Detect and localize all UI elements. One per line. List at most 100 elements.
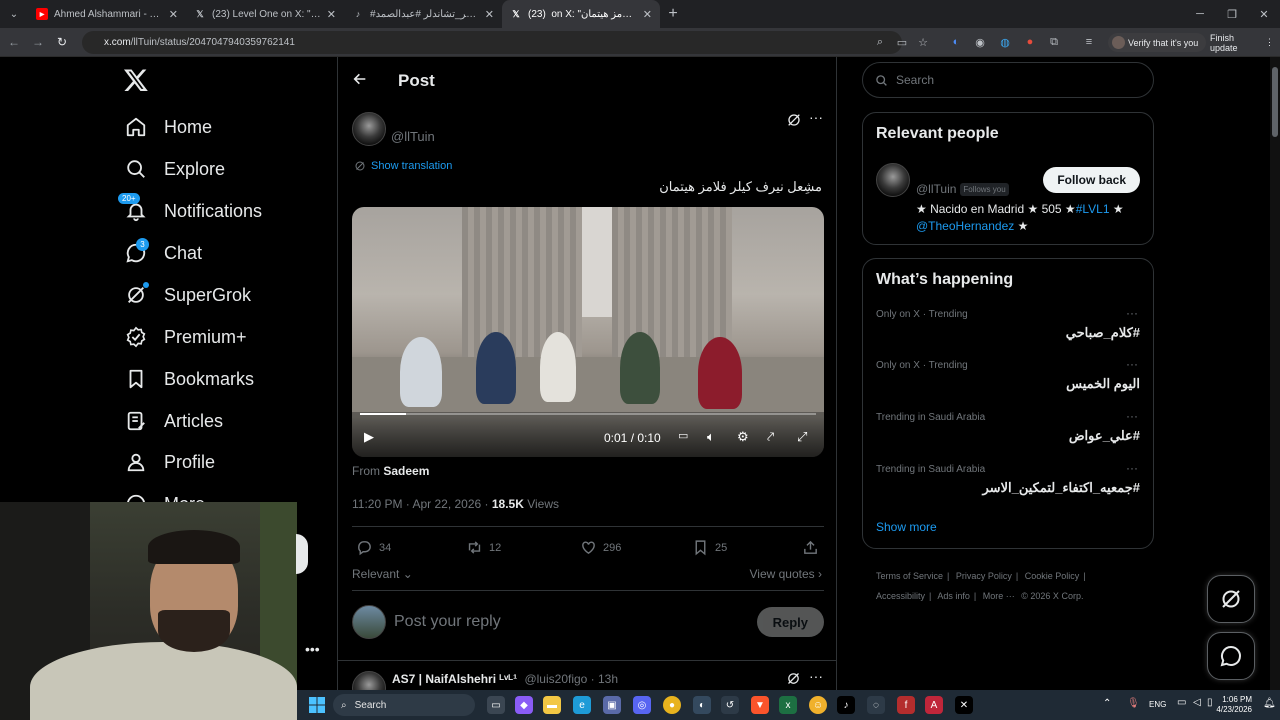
back-arrow-icon[interactable]: ← xyxy=(2,35,26,49)
capcut-icon[interactable]: ✕ xyxy=(955,696,973,714)
volume-icon[interactable]: ◁ xyxy=(1193,697,1201,708)
nav-articles[interactable]: Articles xyxy=(124,405,223,437)
from-source-link[interactable]: Sadeem xyxy=(383,464,429,478)
language-indicator[interactable]: ENG xyxy=(1149,700,1166,709)
more-options-icon[interactable]: ··· xyxy=(1126,409,1138,423)
back-arrow-icon[interactable] xyxy=(352,71,368,92)
close-icon[interactable]: ✕ xyxy=(169,8,178,21)
chrome-icon[interactable]: ● xyxy=(663,696,681,714)
play-icon[interactable]: ▶ xyxy=(364,429,374,445)
more-options-icon[interactable]: ··· xyxy=(1126,306,1138,320)
bio-mention-link[interactable]: @TheoHernandez xyxy=(916,219,1014,233)
trend-item[interactable]: Trending in Saudi Arabia ··· #علي_عواض xyxy=(876,409,1140,456)
nav-premium[interactable]: Premium+ xyxy=(124,321,247,353)
author-handle[interactable]: @llTuin xyxy=(391,129,435,144)
extension-red-icon[interactable]: ● xyxy=(1022,34,1038,50)
edge-icon[interactable]: e xyxy=(573,696,591,714)
nav-home[interactable]: Home xyxy=(124,111,212,143)
browser-tab-tiktok[interactable]: ♪ #مجه #كيلر_تشاندلر #عبدالصمد ✕ xyxy=(344,0,502,28)
nav-supergrok[interactable]: SuperGrok xyxy=(124,279,251,311)
extension-blue-icon[interactable]: ◐ xyxy=(948,34,964,50)
microphone-icon[interactable]: 🎙︎ xyxy=(1127,698,1140,709)
show-more-link[interactable]: Show more xyxy=(876,520,937,534)
app-badge-icon[interactable]: ☺ xyxy=(809,696,827,714)
repost-button[interactable]: 12 xyxy=(466,539,501,556)
browser-tab-x-active[interactable]: 𝕏 (23) ‏‏ on X: "عرف كيلر فلامز هيتمان ✕ xyxy=(502,0,660,28)
reply-input[interactable]: Post your reply xyxy=(394,613,501,631)
captions-icon[interactable]: ▭ xyxy=(678,429,688,442)
person-handle[interactable]: @llTuin xyxy=(916,182,956,196)
trend-item[interactable]: Only on X · Trending ··· اليوم الخميس xyxy=(876,357,1140,404)
reply-button[interactable]: 34 xyxy=(356,539,391,556)
reply-author-handle[interactable]: @luis20figo · 13h xyxy=(524,672,618,686)
notification-bell-icon[interactable]: 🔔︎ xyxy=(1263,698,1276,709)
browser-tab-youtube[interactable]: ▶ Ahmed Alshammari - YouTube ✕ xyxy=(28,0,186,28)
follow-back-button[interactable]: Follow back xyxy=(1043,167,1140,193)
copilot-icon[interactable]: ◆ xyxy=(515,696,533,714)
close-icon[interactable]: ✕ xyxy=(485,8,494,21)
chevron-up-icon[interactable]: ⌃ xyxy=(1103,698,1111,709)
like-button[interactable]: 296 xyxy=(580,539,621,556)
more-options-icon[interactable]: ··· xyxy=(1126,461,1138,475)
profile-verify-button[interactable]: Verify that it's you xyxy=(1108,33,1207,52)
sort-replies-dropdown[interactable]: Relevant ⌄ xyxy=(352,567,413,581)
grok-fab-button[interactable] xyxy=(1207,575,1255,623)
trend-item[interactable]: Only on X · Trending ··· #كلام_صباحي xyxy=(876,306,1140,353)
forward-arrow-icon[interactable]: → xyxy=(26,35,50,49)
terms-link[interactable]: Terms of Service xyxy=(876,571,943,581)
nav-chat[interactable]: 3 Chat xyxy=(124,237,202,269)
more-options-icon[interactable]: ··· xyxy=(809,109,823,125)
nav-explore[interactable]: Explore xyxy=(124,153,225,185)
network-icon[interactable]: ▭ xyxy=(1177,697,1186,708)
account-more-icon[interactable]: ••• xyxy=(305,641,320,657)
avatar[interactable] xyxy=(876,163,910,197)
browser-tab-x-level-one[interactable]: 𝕏 (23) Level One on X: "الهدف أكبر ✕ xyxy=(186,0,344,28)
post-time[interactable]: 11:20 PM · Apr 22, 2026 · xyxy=(352,497,492,511)
close-icon[interactable]: ✕ xyxy=(643,8,652,21)
grok-explain-icon[interactable] xyxy=(786,671,801,691)
taskbar-clock[interactable]: 1:06 PM 4/23/2026 xyxy=(1216,695,1252,715)
restore-icon[interactable]: ❐ xyxy=(1216,0,1248,28)
cookie-link[interactable]: Cookie Policy xyxy=(1025,571,1080,581)
minimize-icon[interactable]: ─ xyxy=(1184,0,1216,28)
taskbar-search[interactable]: ⌕ Search xyxy=(333,694,475,716)
nav-notifications[interactable]: 20+ Notifications xyxy=(118,193,262,227)
reply-author-name[interactable]: AS7 | NaifAlshehri ᴸᵛᴸ¹ xyxy=(392,672,517,686)
reading-list-icon[interactable]: ≡ xyxy=(1081,34,1097,50)
more-link[interactable]: More ··· xyxy=(983,591,1015,601)
windows-start-icon[interactable] xyxy=(309,697,325,713)
volume-icon[interactable]: 🔈︎ xyxy=(707,429,715,445)
new-tab-button[interactable]: + xyxy=(660,5,686,23)
file-explorer-icon[interactable]: ▬ xyxy=(543,696,561,714)
battery-icon[interactable]: ▯ xyxy=(1207,697,1213,708)
zoom-icon[interactable]: ⌕ xyxy=(872,34,888,50)
app-icon[interactable]: ↺ xyxy=(721,696,739,714)
extension-chat-icon[interactable]: ◉ xyxy=(972,34,988,50)
search-input[interactable]: Search xyxy=(862,62,1154,98)
page-scrollbar[interactable] xyxy=(1270,57,1280,690)
brave-icon[interactable]: ▼ xyxy=(751,696,769,714)
bookmark-star-icon[interactable]: ☆ xyxy=(915,34,931,50)
nav-profile[interactable]: Profile xyxy=(124,446,215,478)
app-red-icon[interactable]: f xyxy=(897,696,915,714)
tab-search-menu[interactable]: ⌄ xyxy=(0,0,28,28)
address-bar[interactable]: x.com/llTuin/status/2047047940359762141 xyxy=(82,31,902,54)
cast-icon[interactable]: ▭ xyxy=(894,34,910,50)
privacy-link[interactable]: Privacy Policy xyxy=(956,571,1012,581)
show-translation-link[interactable]: Show translation xyxy=(354,160,452,172)
post-button-edge[interactable] xyxy=(296,534,308,574)
pip-icon[interactable]: ⤤ xyxy=(767,429,774,445)
close-window-icon[interactable]: ✕ xyxy=(1248,0,1280,28)
finish-update-button[interactable]: Finish update ⋮ xyxy=(1204,33,1280,53)
more-options-icon[interactable]: ··· xyxy=(809,668,823,684)
store-icon[interactable]: ▣ xyxy=(603,696,621,714)
fullscreen-icon[interactable]: ⤢ xyxy=(797,429,807,445)
settings-gear-icon[interactable]: ⚙ xyxy=(737,429,749,445)
ads-info-link[interactable]: Ads info xyxy=(937,591,970,601)
close-icon[interactable]: ✕ xyxy=(327,8,336,21)
nav-bookmarks[interactable]: Bookmarks xyxy=(124,363,254,395)
app-a-icon[interactable]: A xyxy=(925,696,943,714)
scrollbar-thumb[interactable] xyxy=(1272,67,1278,137)
view-quotes-link[interactable]: View quotes › xyxy=(750,567,823,581)
extension-edge-icon[interactable]: ◍ xyxy=(997,34,1013,50)
